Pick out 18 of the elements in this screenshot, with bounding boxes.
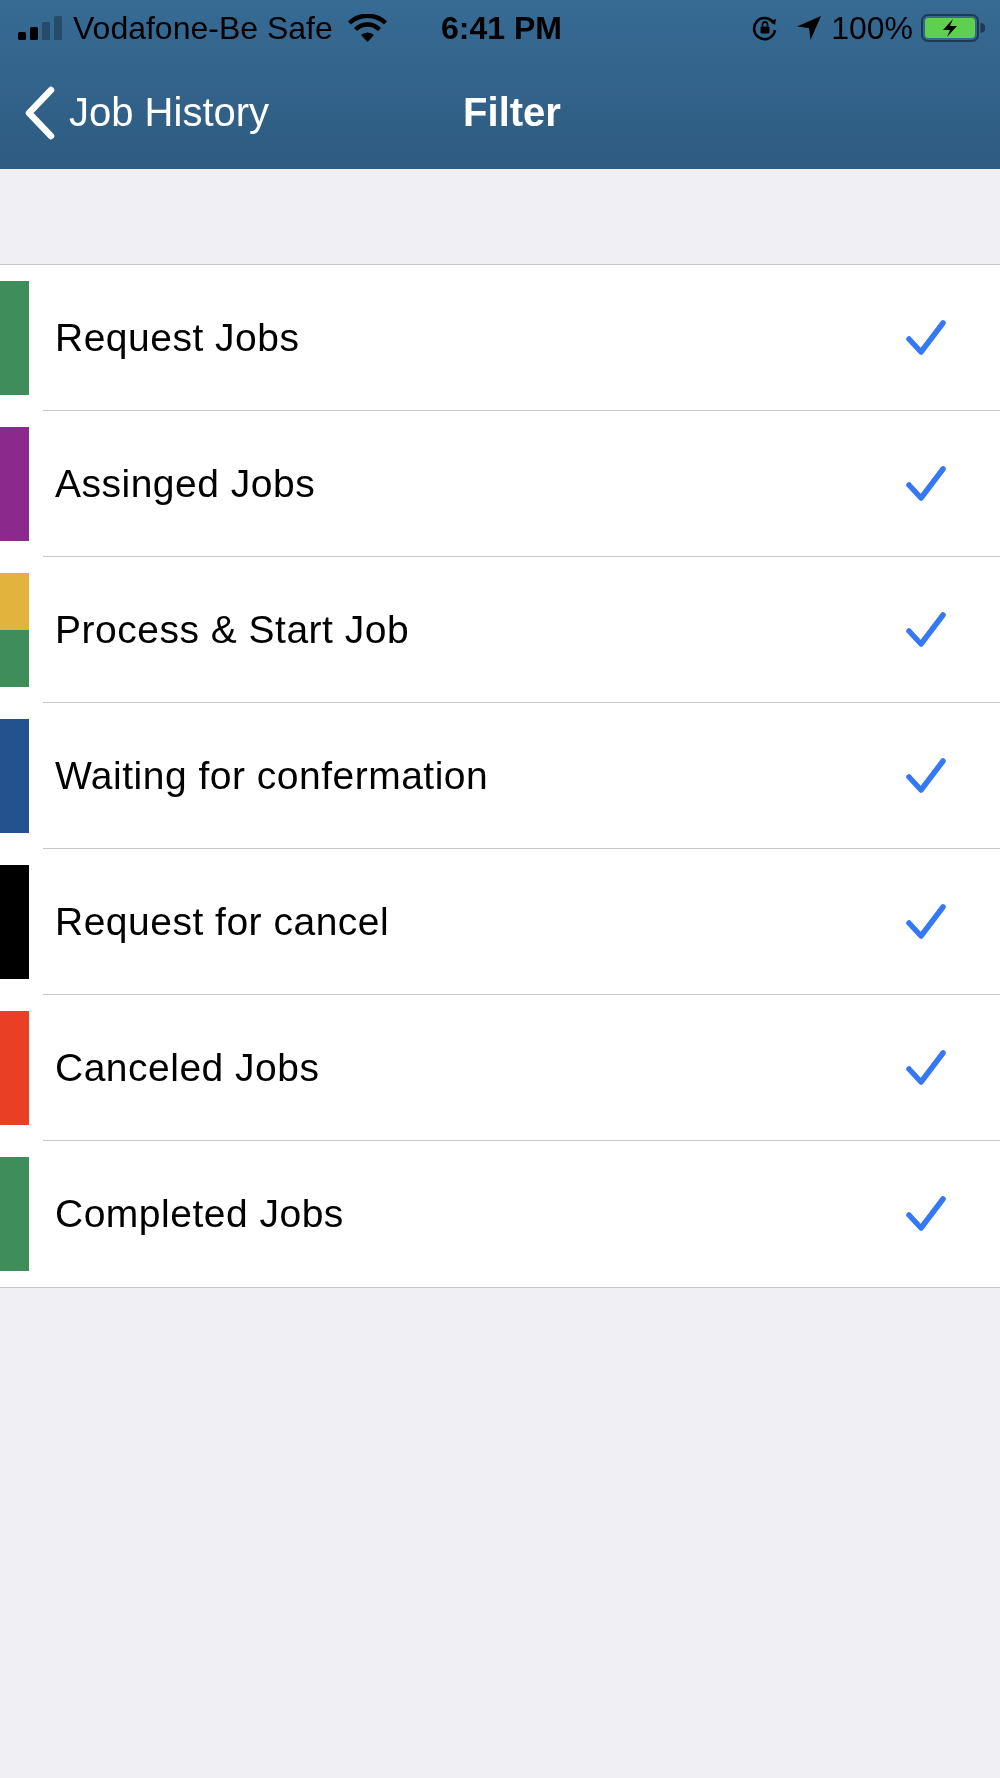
status-time: 6:41 PM <box>441 9 562 47</box>
screen-title: Filter <box>463 90 561 135</box>
battery-charging-icon <box>921 14 985 42</box>
signal-bars-icon <box>18 16 62 40</box>
back-button[interactable]: Job History <box>24 85 270 140</box>
filter-label: Waiting for confermation <box>55 753 489 798</box>
filter-label: Assinged Jobs <box>55 461 316 506</box>
filter-label: Canceled Jobs <box>55 1045 320 1090</box>
rotation-lock-icon <box>752 15 779 41</box>
filter-label: Process & Start Job <box>55 607 410 652</box>
filter-label: Request for cancel <box>55 899 390 944</box>
chevron-left-icon <box>24 85 56 140</box>
carrier-name: Vodafone-Be Safe <box>73 9 333 47</box>
wifi-icon <box>346 14 388 42</box>
location-arrow-icon <box>796 15 823 41</box>
filter-label: Request Jobs <box>55 315 300 360</box>
filter-label: Completed Jobs <box>55 1192 344 1236</box>
battery-percentage: 100% <box>831 9 913 47</box>
